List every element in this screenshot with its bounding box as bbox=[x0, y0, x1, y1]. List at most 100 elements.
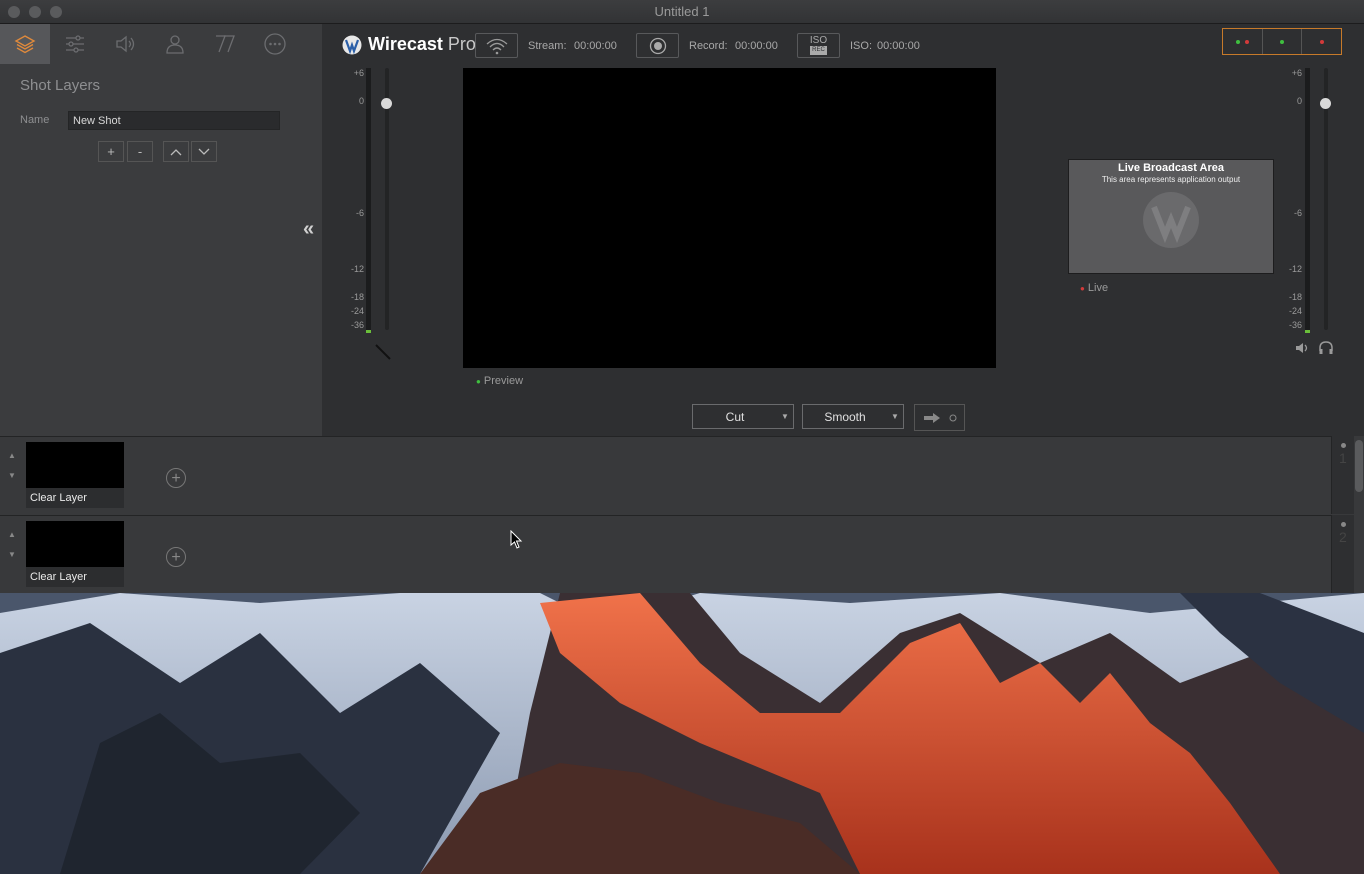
record-time: 00:00:00 bbox=[735, 40, 778, 52]
move-layer-down-button[interactable] bbox=[191, 141, 217, 162]
tab-people[interactable] bbox=[150, 24, 200, 64]
chevron-down-icon bbox=[198, 148, 210, 155]
red-status-dot bbox=[1244, 39, 1249, 44]
meter-tick-label: -36 bbox=[1288, 320, 1302, 330]
layer-side-strip[interactable]: 2 bbox=[1331, 515, 1354, 593]
layer-shot-thumbnail[interactable]: Clear Layer bbox=[26, 442, 124, 508]
title-icon bbox=[216, 35, 235, 53]
layer-visibility-dot[interactable] bbox=[1341, 522, 1346, 527]
live-area-title: Live Broadcast Area bbox=[1118, 162, 1224, 174]
meter-tick-label: -24 bbox=[350, 306, 364, 316]
preview-canvas[interactable] bbox=[463, 68, 996, 368]
brand-name: Wirecast bbox=[368, 34, 443, 54]
chevron-up-icon bbox=[170, 148, 182, 155]
layer-side-strip[interactable]: 1 bbox=[1331, 436, 1354, 514]
person-icon bbox=[166, 35, 184, 54]
output-status-group[interactable] bbox=[1222, 28, 1342, 55]
layer-shot-thumbnail[interactable]: Clear Layer bbox=[26, 521, 124, 587]
live-dot-icon: ● bbox=[1080, 284, 1085, 293]
go-transition-button[interactable] bbox=[914, 404, 965, 431]
slider-knob[interactable] bbox=[381, 98, 392, 109]
wifi-broadcast-icon bbox=[486, 38, 507, 54]
meter-tick-label: 0 bbox=[358, 96, 364, 106]
stream-time: 00:00:00 bbox=[574, 40, 617, 52]
dropdown-arrow-icon: ▼ bbox=[781, 412, 789, 421]
layer-number: 2 bbox=[1339, 529, 1347, 545]
meter-tick-label: -18 bbox=[350, 292, 364, 302]
iso-time: 00:00:00 bbox=[877, 40, 920, 52]
more-icon bbox=[264, 33, 286, 55]
green-status-dot bbox=[1235, 39, 1240, 44]
move-layer-up-button[interactable] bbox=[163, 141, 189, 162]
dropdown-arrow-icon: ▼ bbox=[891, 412, 899, 421]
brand-suffix: Pro bbox=[447, 34, 476, 54]
preview-caption: ● Preview bbox=[476, 375, 523, 387]
mute-line-icon[interactable] bbox=[374, 343, 392, 361]
triangle-down-icon[interactable]: ▼ bbox=[6, 545, 18, 565]
layer-visibility-dot[interactable] bbox=[1341, 443, 1346, 448]
layers-scrollbar[interactable] bbox=[1355, 440, 1363, 492]
tab-properties[interactable] bbox=[50, 24, 100, 64]
app-window: Untitled 1 Shot Layers Name New Shot + -… bbox=[0, 0, 1364, 593]
preview-volume-slider[interactable] bbox=[381, 68, 392, 330]
status-indicator-3[interactable] bbox=[1302, 29, 1341, 54]
meter-tick-label: -6 bbox=[1293, 208, 1302, 218]
remove-layer-button[interactable]: - bbox=[127, 141, 153, 162]
status-indicator-1[interactable] bbox=[1223, 29, 1263, 54]
layer-row: ▲ ▼ Clear Layer + bbox=[0, 515, 1331, 593]
triangle-up-icon[interactable]: ▲ bbox=[6, 525, 18, 545]
triangle-up-icon[interactable]: ▲ bbox=[6, 446, 18, 466]
headphones-icon[interactable] bbox=[1318, 340, 1334, 356]
meter-tick-label: -36 bbox=[350, 320, 364, 330]
tab-titles[interactable] bbox=[200, 24, 250, 64]
add-layer-button[interactable]: + bbox=[98, 141, 124, 162]
add-shot-button[interactable]: + bbox=[166, 547, 186, 567]
layer-number: 1 bbox=[1339, 450, 1347, 466]
mouse-cursor-icon bbox=[510, 530, 523, 549]
tab-more[interactable] bbox=[250, 24, 300, 64]
transition-select-2[interactable]: Smooth ▼ bbox=[802, 404, 904, 429]
wirecast-logo-icon bbox=[342, 35, 362, 54]
meter-tick-label: -18 bbox=[1288, 292, 1302, 302]
meter-tick-label: +6 bbox=[353, 68, 364, 78]
meter-tick-label: +6 bbox=[1291, 68, 1302, 78]
record-label: Record: bbox=[689, 40, 728, 52]
stream-button[interactable] bbox=[475, 33, 518, 58]
panel-heading: Shot Layers bbox=[20, 77, 101, 94]
layer-shot-caption: Clear Layer bbox=[26, 488, 124, 508]
transition-1-label: Cut bbox=[725, 409, 745, 424]
iso-record-button[interactable]: ISO REC bbox=[797, 33, 840, 58]
layer-reorder-arrows[interactable]: ▲ ▼ bbox=[6, 525, 18, 565]
green-status-dot bbox=[1280, 39, 1284, 44]
shot-name-field[interactable] bbox=[68, 111, 280, 130]
layer-reorder-arrows[interactable]: ▲ ▼ bbox=[6, 446, 18, 486]
preview-meter-scale: +6 0 -6 -12 -18 -24 -36 bbox=[340, 68, 364, 333]
name-label: Name bbox=[20, 114, 50, 126]
live-label: Live bbox=[1087, 282, 1109, 294]
triangle-down-icon[interactable]: ▼ bbox=[6, 466, 18, 486]
speaker-output-icon[interactable] bbox=[1294, 340, 1310, 356]
meter-tick-label: 0 bbox=[1296, 96, 1302, 106]
layer-shot-caption: Clear Layer bbox=[26, 567, 124, 587]
panel-tab-bar bbox=[0, 24, 322, 64]
meter-tick-label: -12 bbox=[350, 264, 364, 274]
transition-select-1[interactable]: Cut ▼ bbox=[692, 404, 794, 429]
iso-button-top: ISO bbox=[809, 35, 828, 46]
wirecast-watermark-icon bbox=[1143, 192, 1199, 248]
record-button[interactable] bbox=[636, 33, 679, 58]
preview-label: Preview bbox=[483, 375, 524, 387]
tab-shot-layers[interactable] bbox=[0, 24, 50, 64]
iso-button-bottom: REC bbox=[810, 46, 827, 55]
meter-tick-label: -24 bbox=[1288, 306, 1302, 316]
collapse-panel-button[interactable]: « bbox=[303, 218, 314, 241]
slider-knob[interactable] bbox=[1320, 98, 1331, 109]
tab-audio[interactable] bbox=[100, 24, 150, 64]
stream-label: Stream: bbox=[528, 40, 567, 52]
live-output-canvas[interactable]: Live Broadcast Area This area represents… bbox=[1068, 159, 1274, 274]
live-volume-slider[interactable] bbox=[1320, 68, 1331, 330]
status-indicator-2[interactable] bbox=[1263, 29, 1303, 54]
meter-level bbox=[366, 330, 371, 333]
preview-dot-icon: ● bbox=[476, 377, 481, 386]
add-shot-button[interactable]: + bbox=[166, 468, 186, 488]
app-logo: Wirecast Pro bbox=[342, 34, 476, 55]
